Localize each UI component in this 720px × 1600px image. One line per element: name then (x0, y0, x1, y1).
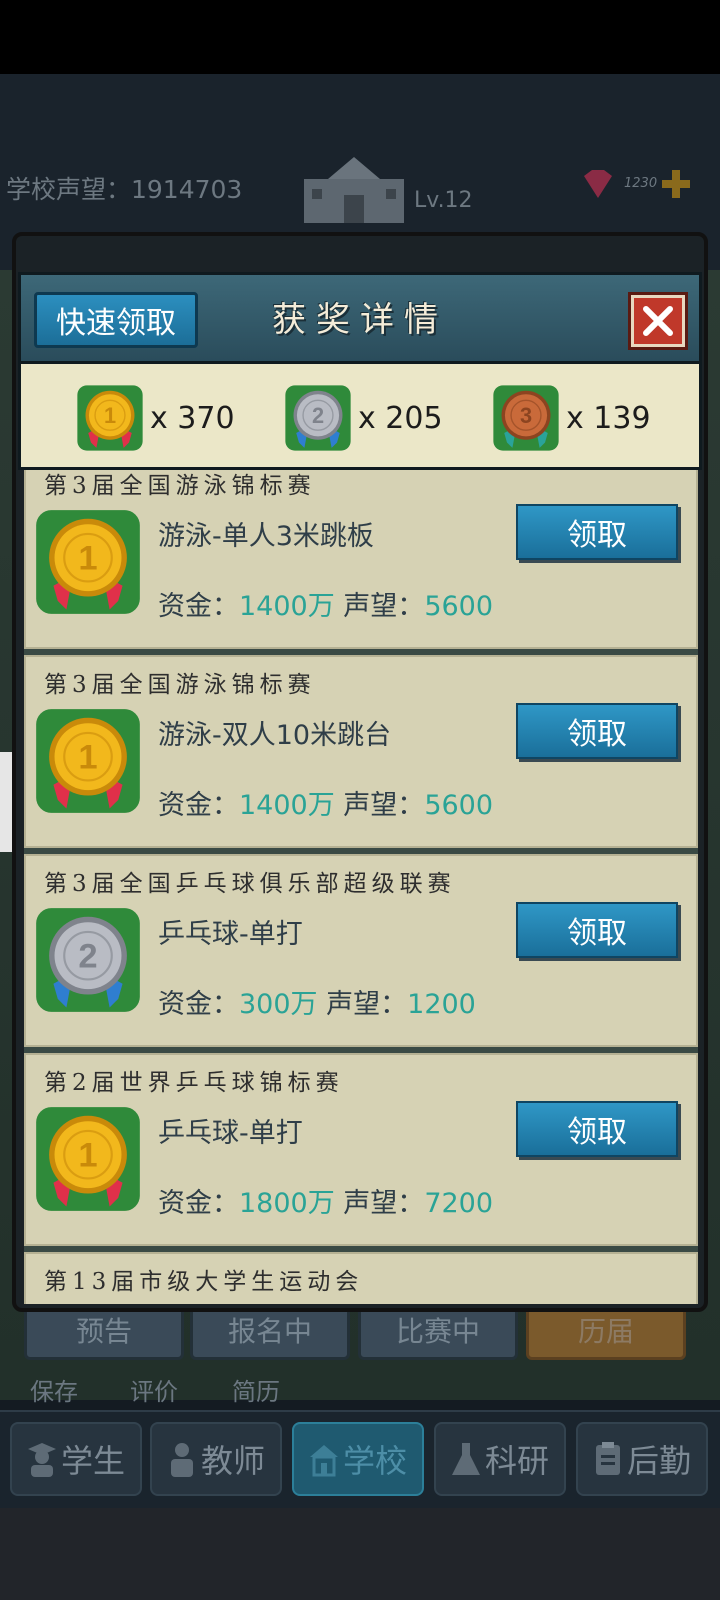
save-link[interactable]: 保存 (30, 1372, 78, 1407)
award-event: 第13届市级大学生运动会 (44, 1269, 364, 1295)
teacher-icon (167, 1441, 197, 1477)
award-card: 第3届全国游泳锦标赛 1 游泳-单人3米跳板 资金：1400万 声望：5600 … (24, 470, 698, 649)
student-icon (27, 1441, 57, 1477)
svg-text:2: 2 (78, 938, 97, 976)
svg-text:1: 1 (78, 1137, 97, 1175)
award-event: 第3届全国游泳锦标赛 (44, 473, 316, 499)
gold-medal-icon: 1 (36, 510, 140, 614)
nav-students[interactable]: 学生 (10, 1422, 142, 1496)
school-level: Lv.12 (414, 188, 473, 213)
gem-icon (578, 168, 618, 200)
award-card: 第13届市级大学生运动会 (24, 1252, 698, 1304)
award-item: 乒乓球-单打 (158, 1118, 303, 1149)
award-item: 游泳-双人10米跳台 (158, 720, 392, 751)
claim-button[interactable]: 领取 (516, 703, 678, 759)
close-icon (643, 306, 673, 336)
award-card: 第3届全国乒乓球俱乐部超级联赛 2 乒乓球-单打 资金：300万 声望：1200… (24, 854, 698, 1047)
award-card: 第3届全国游泳锦标赛 1 游泳-双人10米跳台 资金：1400万 声望：5600… (24, 655, 698, 848)
bronze-count: x 139 (566, 400, 651, 436)
svg-text:3: 3 (520, 403, 532, 428)
award-card: 第2届世界乒乓球锦标赛 1 乒乓球-单打 资金：1800万 声望：7200 领取 (24, 1053, 698, 1246)
system-navigation-bar (0, 1508, 720, 1600)
silver-medal-icon: 2 (36, 908, 140, 1012)
game-screen: 学校声望：1914703 Lv.12 1230 预告 报名中 比赛中 历届 保存… (0, 0, 720, 1600)
nav-logistics[interactable]: 后勤 (576, 1422, 708, 1496)
nav-teachers[interactable]: 教师 (150, 1422, 282, 1496)
bronze-medal-icon: 3 (493, 385, 559, 451)
award-reward: 资金：1400万 声望：5600 (158, 591, 494, 622)
review-link[interactable]: 评价 (130, 1372, 178, 1407)
school-building-icon (298, 155, 410, 225)
svg-text:1: 1 (78, 540, 97, 578)
nav-students-label: 学生 (60, 1442, 125, 1480)
dialog-title: 获奖详情 (272, 300, 448, 340)
summary-bronze: 3 x 139 (492, 384, 651, 452)
award-reward: 资金：1800万 声望：7200 (158, 1188, 494, 1219)
silver-count: x 205 (358, 400, 443, 436)
nav-school-label: 学校 (342, 1442, 407, 1480)
nav-research[interactable]: 科研 (434, 1422, 566, 1496)
nav-school[interactable]: 学校 (292, 1422, 424, 1496)
nav-teachers-label: 教师 (200, 1442, 265, 1480)
summary-silver: 2 x 205 (284, 384, 443, 452)
award-reward: 资金：300万 声望：1200 (158, 989, 476, 1020)
award-item: 乒乓球-单打 (158, 919, 303, 950)
close-button[interactable] (628, 292, 688, 350)
award-event: 第2届世界乒乓球锦标赛 (44, 1070, 344, 1096)
resume-link[interactable]: 简历 (232, 1372, 280, 1407)
svg-text:2: 2 (312, 403, 324, 428)
claim-button[interactable]: 领取 (516, 1101, 678, 1157)
claim-button[interactable]: 领取 (516, 902, 678, 958)
gold-medal-icon: 1 (77, 385, 143, 451)
svg-text:1: 1 (104, 403, 116, 428)
summary-gold: 1 x 370 (76, 384, 235, 452)
gold-medal-icon: 1 (36, 1107, 140, 1211)
school-reputation: 学校声望：1914703 (6, 175, 243, 204)
status-bar (0, 0, 720, 74)
add-gems-icon[interactable] (660, 168, 692, 200)
gold-count: x 370 (150, 400, 235, 436)
quick-claim-button[interactable]: 快速领取 (34, 292, 198, 348)
award-event: 第3届全国乒乓球俱乐部超级联赛 (44, 871, 456, 897)
silver-medal-icon: 2 (285, 385, 351, 451)
school-icon (309, 1441, 339, 1477)
gem-count: 1230 (624, 176, 658, 191)
award-event: 第3届全国游泳锦标赛 (44, 672, 316, 698)
award-reward: 资金：1400万 声望：5600 (158, 790, 494, 821)
svg-text:1: 1 (78, 739, 97, 777)
clipboard-icon (593, 1441, 623, 1477)
nav-research-label: 科研 (484, 1442, 549, 1480)
award-item: 游泳-单人3米跳板 (158, 521, 374, 552)
claim-button[interactable]: 领取 (516, 504, 678, 560)
gold-medal-icon: 1 (36, 709, 140, 813)
flask-icon (451, 1441, 481, 1477)
nav-logistics-label: 后勤 (626, 1442, 691, 1480)
award-list: 第3届全国游泳锦标赛 1 游泳-单人3米跳板 资金：1400万 声望：5600 … (24, 470, 698, 1304)
